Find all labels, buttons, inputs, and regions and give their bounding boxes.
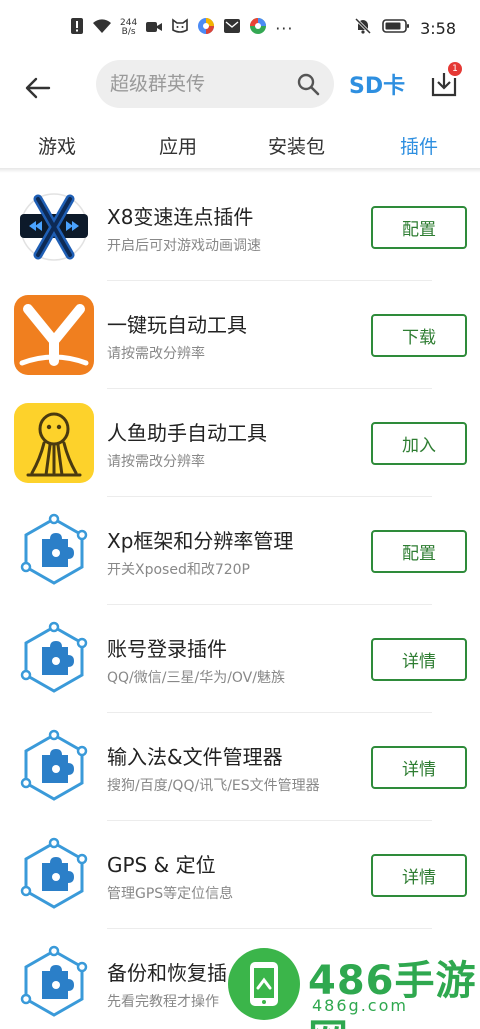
configure-button[interactable]: 配置 <box>371 206 467 249</box>
list-item[interactable]: 输入法&文件管理器 搜狗/百度/QQ/讯飞/ES文件管理器 详情 <box>0 713 480 821</box>
add-button[interactable]: 加入 <box>371 422 467 465</box>
app-icon-colorful-2 <box>249 17 267 39</box>
tab-games[interactable]: 游戏 <box>38 132 76 159</box>
top-app-bar: SD卡 1 <box>0 58 480 120</box>
back-arrow-icon <box>25 77 51 99</box>
wifi-icon <box>92 18 112 38</box>
net-speed-unit: B/s <box>121 27 136 37</box>
more-notifications: ··· <box>275 18 294 38</box>
item-subtitle: 请按需改分辨率 <box>107 454 205 470</box>
item-subtitle: 开启后可对游戏动画调速 <box>107 238 261 254</box>
item-subtitle: 管理GPS等定位信息 <box>107 886 234 902</box>
search-bar[interactable] <box>96 60 334 108</box>
mermaid-helper-icon <box>14 403 94 483</box>
watermark-url: 486g.com <box>312 996 408 1015</box>
list-item[interactable]: X8变速连点插件 开启后可对游戏动画调速 配置 <box>0 173 480 281</box>
search-input[interactable] <box>110 60 290 108</box>
item-title: 备份和恢复插 <box>107 961 227 985</box>
item-title: 一键玩自动工具 <box>107 313 247 337</box>
plugin-puzzle-icon <box>20 837 88 909</box>
plugin-puzzle-icon <box>20 513 88 585</box>
x8-speed-icon <box>20 193 88 261</box>
site-watermark: 486手游网 486g.com <box>228 946 478 1029</box>
tab-apps[interactable]: 应用 <box>159 132 197 159</box>
details-button[interactable]: 详情 <box>371 746 467 789</box>
status-icons-left: 244 B/s ··· <box>70 16 293 40</box>
item-subtitle: QQ/微信/三星/华为/OV/魅族 <box>107 670 285 686</box>
list-item[interactable]: GPS & 定位 管理GPS等定位信息 详情 <box>0 821 480 929</box>
details-button[interactable]: 详情 <box>371 854 467 897</box>
item-title: 账号登录插件 <box>107 637 227 661</box>
item-title: X8变速连点插件 <box>107 205 254 229</box>
item-title: Xp框架和分辨率管理 <box>107 529 294 553</box>
list-item[interactable]: 人鱼助手自动工具 请按需改分辨率 加入 <box>0 389 480 497</box>
watermark-title: 486手游网 <box>308 958 477 1029</box>
item-subtitle: 搜狗/百度/QQ/讯飞/ES文件管理器 <box>107 778 320 794</box>
mute-bell-icon <box>354 17 372 39</box>
list-item[interactable]: 账号登录插件 QQ/微信/三星/华为/OV/魅族 详情 <box>0 605 480 713</box>
status-icons-right: 3:58 <box>354 16 456 40</box>
cat-icon <box>171 18 189 38</box>
mail-icon <box>223 18 241 38</box>
clock: 3:58 <box>420 18 456 38</box>
plugin-puzzle-icon <box>20 621 88 693</box>
yijianwan-icon <box>14 295 94 375</box>
sd-card-button[interactable]: SD卡 <box>349 68 405 100</box>
alert-icon <box>70 17 84 39</box>
list-item[interactable]: 一键玩自动工具 请按需改分辨率 下载 <box>0 281 480 389</box>
download-button[interactable]: 下载 <box>371 314 467 357</box>
plugin-puzzle-icon <box>20 945 88 1017</box>
category-tabs: 游戏 应用 安装包 插件 <box>0 124 480 168</box>
item-title: 输入法&文件管理器 <box>107 745 283 769</box>
item-subtitle: 开关Xposed和改720P <box>107 562 251 578</box>
list-item[interactable]: Xp框架和分辨率管理 开关Xposed和改720P 配置 <box>0 497 480 605</box>
back-button[interactable] <box>20 70 56 106</box>
watermark-logo-icon <box>228 948 300 1020</box>
tab-plugins[interactable]: 插件 <box>400 132 438 159</box>
status-bar: 244 B/s ··· 3:58 <box>0 0 480 58</box>
battery-icon <box>382 18 410 38</box>
video-icon <box>145 19 163 38</box>
phone-logo-icon <box>250 962 278 1006</box>
tab-packages[interactable]: 安装包 <box>268 132 325 159</box>
net-speed: 244 B/s <box>120 19 137 37</box>
item-subtitle: 先看完教程才操作 <box>107 994 219 1010</box>
plugin-puzzle-icon <box>20 729 88 801</box>
configure-button[interactable]: 配置 <box>371 530 467 573</box>
details-button[interactable]: 详情 <box>371 638 467 681</box>
item-title: GPS & 定位 <box>107 853 216 877</box>
app-icon-colorful <box>197 17 215 39</box>
search-icon[interactable] <box>296 72 320 96</box>
item-subtitle: 请按需改分辨率 <box>107 346 205 362</box>
download-badge: 1 <box>448 62 462 76</box>
item-title: 人鱼助手自动工具 <box>107 421 267 445</box>
